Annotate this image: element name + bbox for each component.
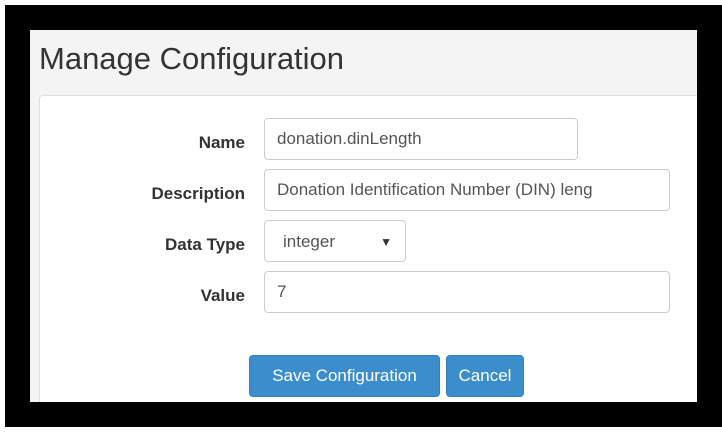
cancel-button[interactable]: Cancel <box>446 355 524 397</box>
name-input[interactable]: donation.dinLength <box>264 118 578 160</box>
description-label: Description <box>151 184 245 203</box>
description-input[interactable]: Donation Identification Number (DIN) len… <box>264 169 670 211</box>
app-content: Manage Configuration Name donation.dinLe… <box>30 30 697 402</box>
page-title: Manage Configuration <box>39 41 345 76</box>
value-label: Value <box>200 286 245 305</box>
configuration-form-panel: Name donation.dinLength Description Dona… <box>39 95 697 402</box>
data-type-label: Data Type <box>165 235 245 254</box>
chevron-down-icon: ▼ <box>380 235 392 249</box>
value-input[interactable]: 7 <box>264 271 670 313</box>
data-type-selected-value: integer <box>283 232 335 251</box>
name-label: Name <box>198 133 245 152</box>
data-type-select[interactable]: integer ▼ <box>264 220 406 262</box>
save-configuration-button[interactable]: Save Configuration <box>249 355 440 397</box>
